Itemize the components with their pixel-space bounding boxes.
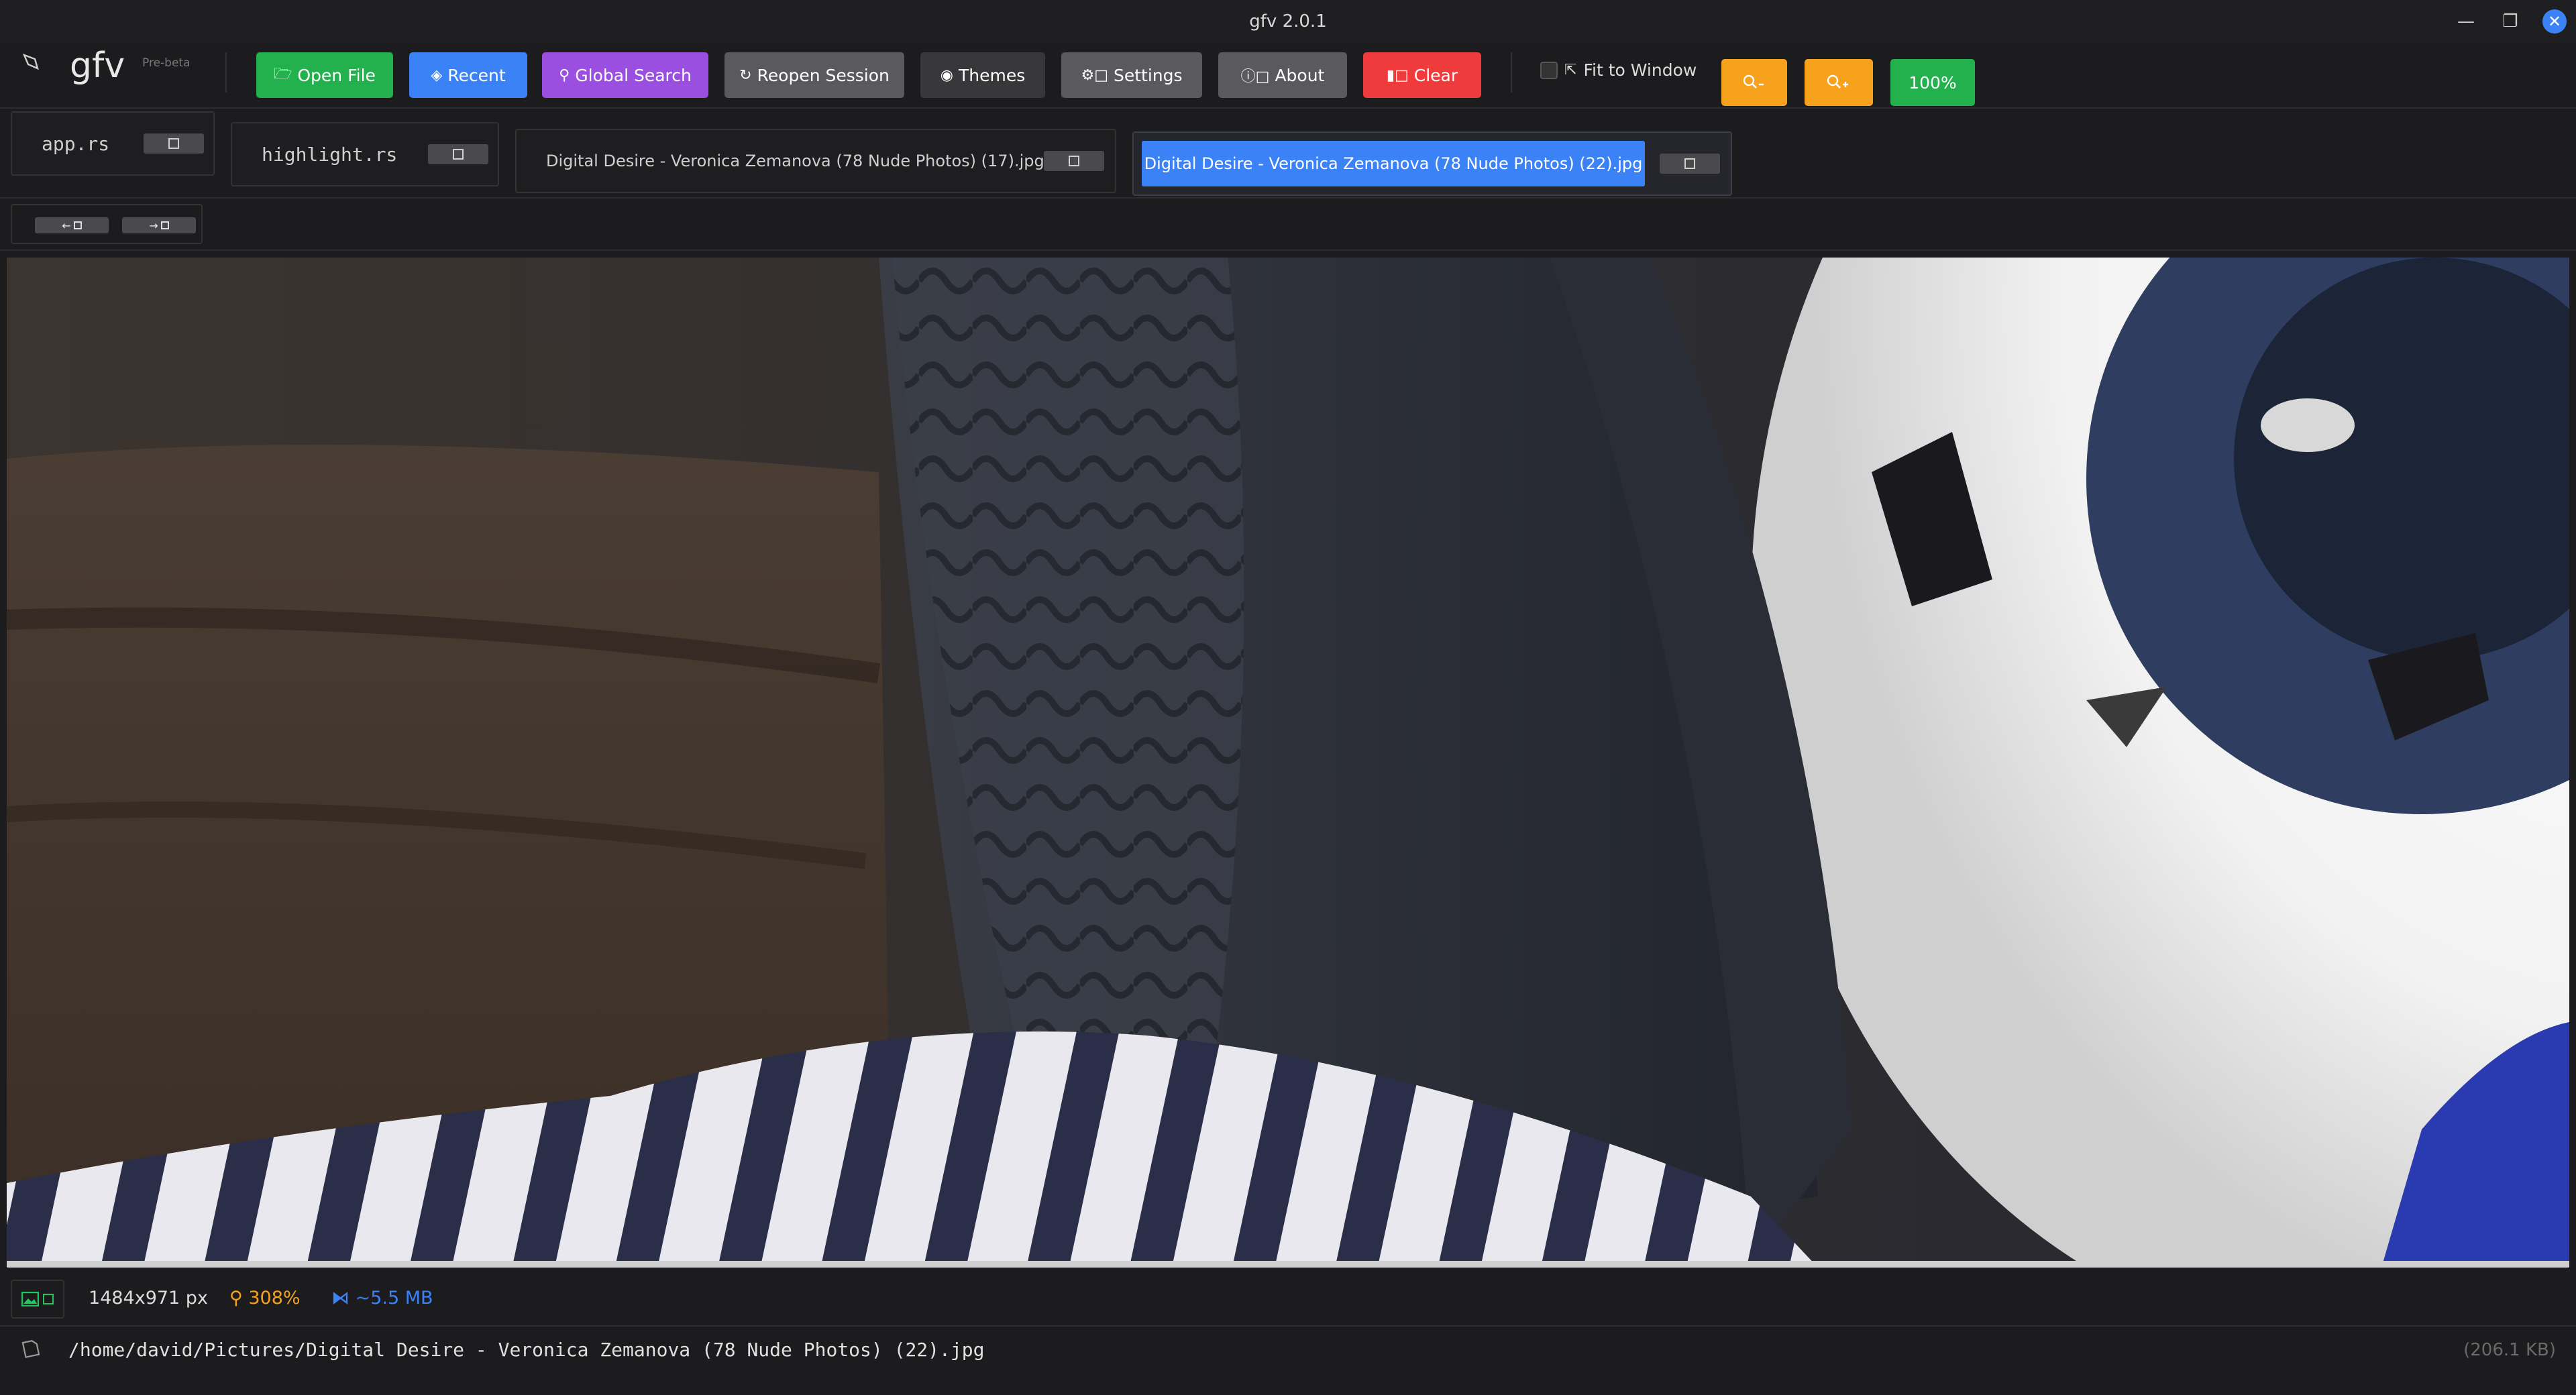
- recent-button[interactable]: ◈ Recent: [409, 52, 527, 98]
- window-controls: — ❐ ✕: [2454, 0, 2567, 43]
- trash-icon: ▮□: [1386, 66, 1409, 84]
- tab-app-rs[interactable]: app.rs: [11, 111, 215, 176]
- zoom-out-button[interactable]: [1721, 59, 1787, 106]
- fit-to-window-toggle[interactable]: ⇱ Fit to Window: [1540, 60, 1697, 80]
- toolbar-divider: [225, 52, 227, 93]
- navigation-bar: ← →: [0, 199, 2576, 251]
- themes-button[interactable]: ◉ Themes: [920, 52, 1045, 98]
- zoom-reset-button[interactable]: 100%: [1890, 59, 1975, 106]
- reopen-session-button[interactable]: ↻ Reopen Session: [724, 52, 904, 98]
- tab-highlight-rs[interactable]: highlight.rs: [231, 122, 499, 186]
- global-search-button[interactable]: ⚲ Global Search: [542, 52, 708, 98]
- close-icon: [1069, 156, 1079, 166]
- open-file-button[interactable]: 🗁 Open File: [256, 52, 393, 98]
- image-canvas: [7, 258, 2569, 1268]
- folder-icon: 🗁: [274, 66, 292, 82]
- maximize-icon[interactable]: ❐: [2498, 9, 2522, 34]
- image-type-indicator: [11, 1280, 64, 1319]
- window-title: gfv 2.0.1: [1249, 11, 1327, 32]
- fit-to-window-checkbox[interactable]: [1540, 61, 1558, 79]
- image-icon: [21, 1292, 39, 1306]
- reload-icon: ↻: [739, 66, 752, 84]
- image-viewport[interactable]: [7, 258, 2569, 1268]
- next-image-button[interactable]: →: [122, 217, 196, 233]
- image-dimensions: 1484x971 px: [89, 1288, 208, 1308]
- status-bar: 1484x971 px ⚲ 308% ⧑ ~5.5 MB: [0, 1273, 2576, 1327]
- minimize-icon[interactable]: —: [2454, 9, 2478, 34]
- app-badge: Pre-beta: [142, 56, 191, 70]
- tab-label: highlight.rs: [262, 143, 398, 166]
- arrow-right-icon: →: [149, 219, 158, 232]
- tag-icon: ◈: [431, 66, 443, 84]
- clear-button[interactable]: ▮□ Clear: [1363, 52, 1481, 98]
- tab-label: Digital Desire - Veronica Zemanova (78 N…: [546, 152, 1044, 170]
- close-window-icon[interactable]: ✕: [2542, 9, 2567, 34]
- gear-icon: ⚙□: [1081, 66, 1108, 84]
- memory-icon: ⧑: [331, 1288, 350, 1308]
- palette-icon: ◉: [940, 66, 953, 84]
- main-toolbar: gfv Pre-beta 🗁 Open File ◈ Recent ⚲ Glob…: [0, 43, 2576, 109]
- zoom-indicator: ⚲ 308%: [229, 1288, 301, 1308]
- file-icon: [21, 1340, 40, 1358]
- memory-indicator: ⧑ ~5.5 MB: [331, 1288, 433, 1308]
- settings-button[interactable]: ⚙□ Settings: [1061, 52, 1202, 98]
- tab-label: Digital Desire - Veronica Zemanova (78 N…: [1142, 141, 1645, 186]
- file-path-bar: /home/david/Pictures/Digital Desire - Ve…: [0, 1327, 2576, 1395]
- tab-label: app.rs: [42, 132, 110, 155]
- tab-image-22[interactable]: Digital Desire - Veronica Zemanova (78 N…: [1132, 131, 1732, 196]
- tab-close-button[interactable]: [1660, 154, 1720, 174]
- previous-image-button[interactable]: ←: [35, 217, 109, 233]
- nav-button-group: ← →: [11, 204, 203, 244]
- expand-icon: ⇱: [1564, 62, 1577, 78]
- file-size: (206.1 KB): [2463, 1340, 2556, 1360]
- tab-close-button[interactable]: [428, 144, 488, 164]
- app-name: gfv: [70, 46, 125, 86]
- tab-close-button[interactable]: [144, 133, 204, 154]
- about-button[interactable]: ⓘ□ About: [1218, 52, 1347, 98]
- zoom-out-icon: [1743, 74, 1764, 89]
- app-logo-icon: [22, 53, 39, 70]
- file-path: /home/david/Pictures/Digital Desire - Ve…: [68, 1339, 985, 1361]
- tab-image-17[interactable]: Digital Desire - Veronica Zemanova (78 N…: [515, 129, 1116, 193]
- search-icon: ⚲: [559, 66, 570, 84]
- toolbar-divider: [1511, 52, 1512, 93]
- close-icon: [168, 138, 179, 149]
- file-tabs: app.rs highlight.rs Digital Desire - Ver…: [0, 109, 2576, 199]
- zoom-in-button[interactable]: [1805, 59, 1873, 106]
- zoom-icon: ⚲: [229, 1288, 243, 1308]
- close-icon: [453, 149, 464, 160]
- zoom-in-icon: [1827, 74, 1848, 89]
- window-titlebar: gfv 2.0.1 — ❐ ✕: [0, 0, 2576, 44]
- tab-close-button[interactable]: [1044, 151, 1104, 171]
- close-icon: [1684, 158, 1695, 169]
- arrow-left-icon: ←: [62, 219, 71, 232]
- info-icon: ⓘ□: [1240, 68, 1270, 85]
